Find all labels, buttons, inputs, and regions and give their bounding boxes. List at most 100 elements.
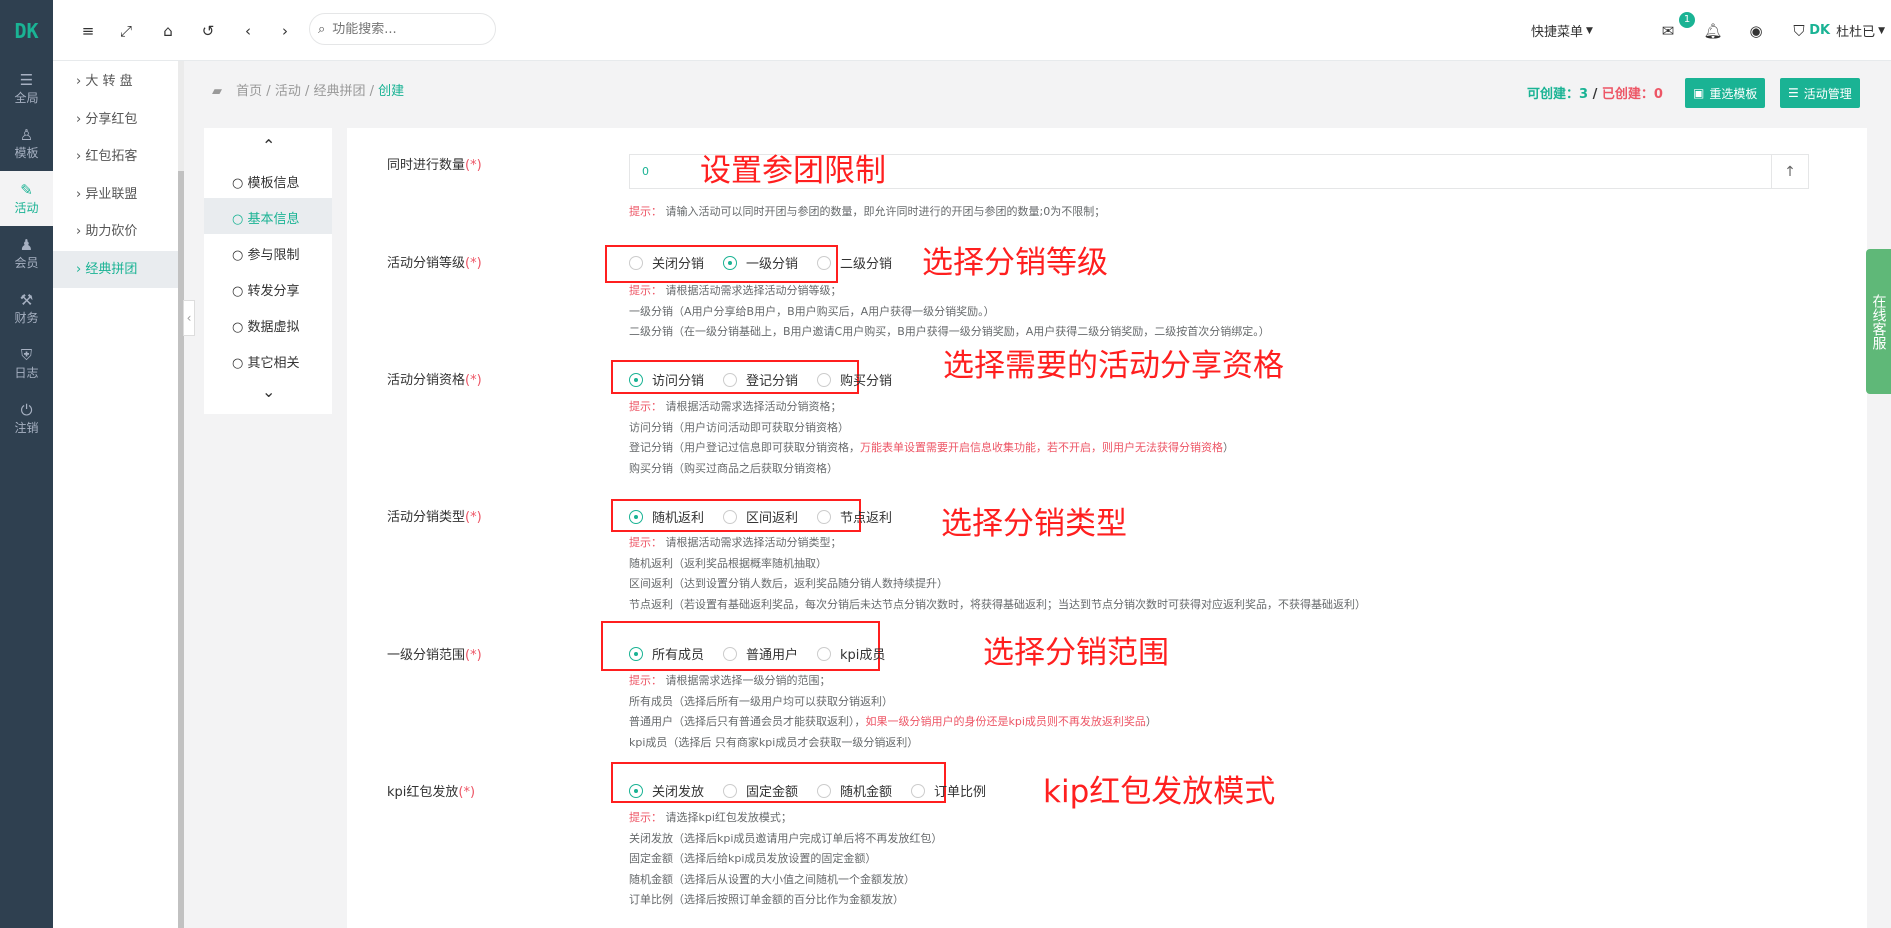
qualification-visit[interactable]: 访问分销	[629, 370, 704, 389]
folder-icon: ▰	[212, 84, 222, 99]
step-basic-info[interactable]: ○ 基本信息	[232, 208, 300, 227]
brand-logo[interactable]: DK	[0, 0, 53, 61]
type-hint: 提示： 请根据活动需求选择活动分销类型； 随机返利（返利奖品根据概率随机抽取） …	[629, 536, 1366, 611]
kpi-label: kpi红包发放(*)	[387, 785, 476, 800]
submenu-redpack-acquire[interactable]: › 红包拓客	[53, 138, 178, 176]
activity-submenu: › 大 转 盘 › 分享红包 › 红包拓客 › 异业联盟 › 助力砍价 › 经典…	[53, 61, 178, 928]
list-icon: ☰	[1788, 86, 1799, 100]
crumb-activity[interactable]: 活动	[275, 84, 301, 99]
gavel-icon: ⚒	[19, 291, 34, 309]
chevron-up-icon[interactable]: ⌃	[262, 136, 275, 155]
annotation-kpi: kip红包发放模式	[1043, 774, 1276, 810]
rail-member[interactable]: ♟ 会员	[0, 226, 53, 281]
refresh-icon[interactable]: ↺	[193, 0, 223, 61]
kpi-radio-group: 关闭发放 固定金额 随机金额 订单比例	[629, 781, 1005, 800]
crumb-current: 创建	[378, 84, 405, 99]
scrollbar-thumb[interactable]	[178, 171, 184, 928]
menu-toggle-icon[interactable]: ≡	[73, 0, 103, 61]
collapse-submenu-button[interactable]: ‹	[183, 300, 195, 336]
kpi-ratio[interactable]: 订单比例	[911, 781, 986, 800]
reselect-template-button[interactable]: ▣ 重选模板	[1685, 78, 1766, 108]
caret-down-icon: ▼	[1878, 25, 1885, 36]
shield-icon: ⛨	[20, 346, 33, 364]
kpi-fixed[interactable]: 固定金额	[723, 781, 798, 800]
basic-info-form: 同时进行数量(*) 0 ↑ 设置参团限制 提示： 请输入活动可以同时开团与参团的数…	[347, 128, 1867, 928]
function-search[interactable]: ⌕	[309, 13, 496, 45]
back-icon[interactable]: ‹	[233, 0, 263, 61]
breadcrumb: ▰ 首页 / 活动 / 经典拼团 / 创建	[212, 84, 405, 99]
scope-kpi[interactable]: kpi成员	[817, 644, 885, 663]
level-label: 活动分销等级(*)	[387, 256, 482, 271]
quick-menu-dropdown[interactable]: 快捷菜单 ▼	[1517, 0, 1607, 61]
step-other[interactable]: ○ 其它相关	[232, 352, 300, 371]
level-1[interactable]: 一级分销	[723, 253, 798, 272]
crumb-home[interactable]: 首页	[236, 84, 262, 99]
sliders-icon: ☰	[19, 71, 34, 89]
bell-icon[interactable]: 🔔︎	[1698, 0, 1728, 61]
top-bar: ≡ ⤢ ⌂ ↺ ‹ › ⌕ 快捷菜单▼ ✉ 1 🔔︎ ◉ ⛉ DK 杜杜已▼	[53, 0, 1891, 61]
level-off[interactable]: 关闭分销	[629, 253, 704, 272]
annotation-qualification: 选择需要的活动分享资格	[943, 348, 1284, 384]
forward-icon[interactable]: ›	[270, 0, 300, 61]
annotation-concurrent: 设置参团限制	[700, 153, 886, 189]
sitemap-icon: ♙	[19, 126, 34, 144]
scope-all[interactable]: 所有成员	[629, 644, 704, 663]
step-virtual-data[interactable]: ○ 数据虚拟	[232, 316, 300, 335]
step-participation-limit[interactable]: ○ 参与限制	[232, 244, 300, 263]
submenu-scrollbar[interactable]	[178, 61, 184, 928]
user-menu[interactable]: DK 杜杜已 ▼	[1785, 0, 1885, 61]
level-2[interactable]: 二级分销	[817, 253, 892, 272]
qualification-radio-group: 访问分销 登记分销 购买分销	[629, 370, 911, 389]
level-radio-group: 关闭分销 一级分销 二级分销	[629, 253, 911, 272]
level-hint: 提示： 请根据活动需求选择活动分销等级； 一级分销（A用户分享给B用户，B用户购…	[629, 284, 1270, 338]
type-random[interactable]: 随机返利	[629, 507, 704, 526]
crumb-group[interactable]: 经典拼团	[313, 84, 365, 99]
step-share[interactable]: ○ 转发分享	[232, 280, 300, 299]
arrow-up-icon[interactable]: ↑	[1771, 155, 1808, 188]
rail-logout[interactable]: ⏻ 注销	[0, 391, 53, 446]
type-node[interactable]: 节点返利	[817, 507, 892, 526]
mail-icon[interactable]: ✉	[1653, 0, 1683, 61]
scope-normal[interactable]: 普通用户	[723, 644, 798, 663]
fullscreen-icon[interactable]: ⤢	[111, 0, 141, 61]
search-input[interactable]	[332, 21, 473, 37]
home-icon[interactable]: ⌂	[153, 0, 183, 61]
submenu-bargain[interactable]: › 助力砍价	[53, 213, 178, 251]
user-circle-icon[interactable]: ◉	[1741, 0, 1771, 61]
annotation-scope: 选择分销范围	[983, 635, 1169, 671]
chevron-down-icon[interactable]: ⌄	[262, 382, 275, 401]
mail-badge: 1	[1679, 12, 1695, 28]
caret-down-icon: ▼	[1586, 25, 1593, 36]
pen-icon: ✎	[20, 181, 33, 199]
rail-global[interactable]: ☰ 全局	[0, 61, 53, 116]
concurrent-label: 同时进行数量(*)	[387, 158, 482, 173]
type-radio-group: 随机返利 区间返利 节点返利	[629, 507, 911, 526]
annotation-level: 选择分销等级	[922, 245, 1108, 281]
rail-activity[interactable]: ✎ 活动	[0, 171, 53, 226]
left-rail: DK ☰ 全局 ♙ 模板 ✎ 活动 ♟ 会员 ⚒ 财务 ⛨ 日志 ⏻ 注销	[0, 0, 53, 928]
search-icon: ⌕	[318, 21, 326, 37]
submenu-wheel[interactable]: › 大 转 盘	[53, 63, 178, 101]
step-template-info[interactable]: ○ 模板信息	[232, 172, 300, 191]
kpi-off[interactable]: 关闭发放	[629, 781, 704, 800]
rail-log[interactable]: ⛨ 日志	[0, 336, 53, 391]
rail-finance[interactable]: ⚒ 财务	[0, 281, 53, 336]
scope-radio-group: 所有成员 普通用户 kpi成员	[629, 644, 904, 663]
user-logo: DK	[1809, 23, 1831, 38]
submenu-alliance[interactable]: › 异业联盟	[53, 176, 178, 214]
kpi-hint: 提示： 请选择kpi红包发放模式； 关闭发放（选择后kpi成员邀请用户完成订单后…	[629, 811, 943, 906]
qualification-purchase[interactable]: 购买分销	[817, 370, 892, 389]
submenu-group-buy[interactable]: › 经典拼团	[53, 250, 178, 288]
kpi-random[interactable]: 随机金额	[817, 781, 892, 800]
activity-manage-button[interactable]: ☰ 活动管理	[1780, 78, 1860, 108]
submenu-share-redpack[interactable]: › 分享红包	[53, 101, 178, 139]
power-icon: ⏻	[20, 401, 33, 419]
scope-label: 一级分销范围(*)	[387, 648, 482, 663]
step-navigator: ⌃ ○ 模板信息 ○ 基本信息 ○ 参与限制 ○ 转发分享 ○ 数据虚拟 ○ 其…	[204, 128, 332, 414]
users-icon: ♟	[19, 236, 34, 254]
online-service-tab[interactable]: 在线客服	[1866, 249, 1891, 394]
rail-template[interactable]: ♙ 模板	[0, 116, 53, 171]
type-range[interactable]: 区间返利	[723, 507, 798, 526]
qualification-register[interactable]: 登记分销	[723, 370, 798, 389]
concurrent-hint: 提示： 请输入活动可以同时开团与参团的数量，即允许同时进行的开团与参团的数量;0…	[629, 205, 1106, 218]
